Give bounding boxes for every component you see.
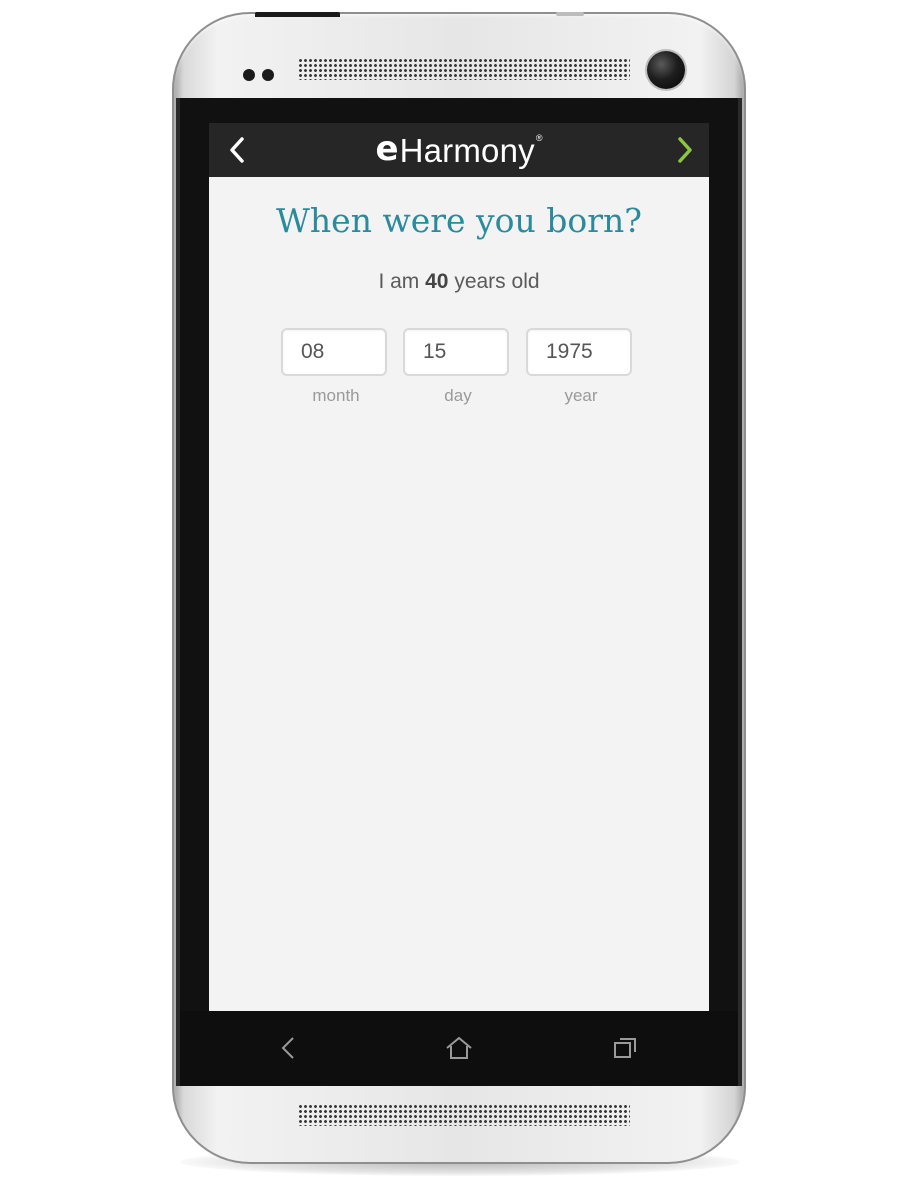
month-label: month [312, 386, 360, 405]
front-camera [647, 51, 685, 89]
eharmony-logo: e Harmony ® [209, 123, 709, 177]
day-label: day [444, 386, 472, 405]
power-button [556, 12, 584, 16]
year-label: year [564, 386, 598, 405]
registered-mark: ® [535, 133, 543, 143]
birth-day-input[interactable] [403, 328, 509, 376]
chevron-left-icon [230, 137, 244, 163]
chevron-right-icon [678, 137, 692, 163]
system-home-button[interactable] [439, 1028, 479, 1068]
age-suffix: years old [454, 270, 540, 293]
next-button[interactable] [671, 136, 699, 164]
recent-apps-icon [614, 1038, 636, 1058]
system-recents-button[interactable] [605, 1028, 645, 1068]
logo-e: e [375, 129, 399, 169]
back-triangle-icon [281, 1037, 294, 1059]
app-screen: e Harmony ® When were you born? I am 40 … [209, 123, 709, 1011]
system-back-button[interactable] [268, 1028, 308, 1068]
app-header: e Harmony ® [209, 123, 709, 177]
age-prefix: I am [378, 270, 420, 293]
bottom-speaker-grille [298, 1104, 630, 1126]
birth-year-input[interactable] [526, 328, 632, 376]
device-mockup: e Harmony ® When were you born? I am 40 … [0, 0, 918, 1188]
sensor-dot [262, 69, 274, 81]
back-button[interactable] [223, 136, 251, 164]
age-value: 40 [425, 270, 449, 293]
top-speaker-grille [298, 58, 630, 80]
phone-top-edge [255, 12, 340, 17]
logo-wordmark: Harmony [399, 131, 535, 169]
age-summary: I am 40 years old [209, 270, 709, 294]
birth-month-input[interactable] [281, 328, 387, 376]
sensor-dot [243, 69, 255, 81]
page-title: When were you born? [276, 201, 642, 240]
home-icon [446, 1036, 472, 1059]
